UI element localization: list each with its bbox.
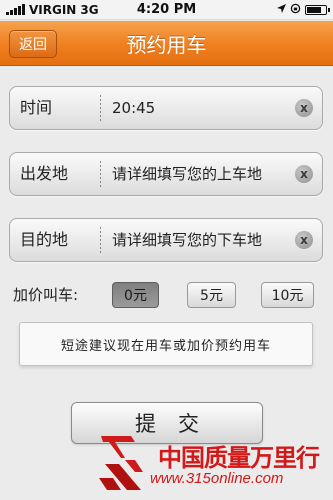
price-option-10[interactable]: 10元 [261, 282, 314, 308]
price-label: 加价叫车: [13, 286, 79, 304]
origin-label: 出发地 [20, 164, 69, 183]
time-label: 时间 [20, 98, 53, 117]
field-divider [100, 161, 101, 187]
watermark-url: www.315online.com [150, 470, 284, 487]
field-divider [100, 95, 101, 121]
clear-icon[interactable]: x [295, 231, 313, 249]
back-button[interactable]: 返回 [9, 30, 57, 58]
hint-message: 短途建议现在用车或加价预约用车 [19, 322, 313, 366]
battery-icon [305, 4, 330, 15]
price-option-0[interactable]: 0元 [112, 282, 159, 308]
clear-icon[interactable]: x [295, 165, 313, 183]
status-time: 4:20 PM [136, 2, 197, 17]
nav-bar: 预约用车 返回 [0, 21, 333, 66]
origin-input[interactable]: 请详细填写您的上车地 [112, 153, 292, 195]
price-option-5[interactable]: 5元 [187, 282, 236, 308]
watermark-title: 中国质量万里行 [158, 443, 320, 472]
clear-icon[interactable]: x [295, 99, 313, 117]
status-bar: VIRGIN 3G 4:20 PM [0, 0, 333, 20]
time-field-row[interactable]: 时间 20:45 x [9, 86, 323, 130]
destination-input[interactable]: 请详细填写您的下车地 [112, 219, 292, 261]
origin-field-row[interactable]: 出发地 请详细填写您的上车地 x [9, 152, 323, 196]
time-value[interactable]: 20:45 [112, 87, 292, 129]
field-divider [100, 227, 101, 253]
destination-field-row[interactable]: 目的地 请详细填写您的下车地 x [9, 218, 323, 262]
destination-label: 目的地 [20, 230, 69, 249]
